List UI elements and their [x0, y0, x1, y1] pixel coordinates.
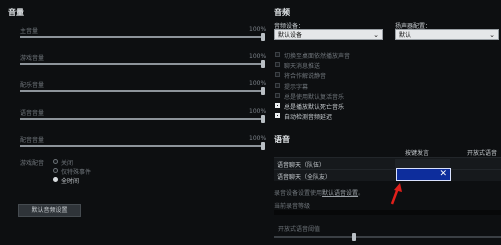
audio-option-label: 将合作解说静音 [284, 73, 327, 80]
slider-thumb[interactable] [261, 115, 265, 123]
volume-slider[interactable] [20, 142, 265, 150]
current-recording-level-label: 当前录音等级 [274, 203, 311, 210]
voice-col-open-mic: 开放式语音 [467, 150, 498, 157]
audio-option-checkbox[interactable] [275, 72, 280, 77]
audio-option-label: 自动检测音频延迟 [284, 114, 333, 121]
volume-slider-fill [20, 118, 265, 120]
volume-slider-value: 100% [249, 26, 267, 33]
volume-slider-value: 100% [249, 53, 267, 60]
speaker-config-value: 默认 [399, 32, 412, 39]
open-mic-threshold-slider[interactable] [274, 233, 501, 241]
recording-settings-note-suffix: 。 [358, 190, 365, 197]
audio-device-value: 默认设备 [278, 32, 303, 39]
slider-thumb[interactable] [352, 233, 356, 241]
voice-col-push-to-talk: 按键发言 [405, 150, 430, 157]
game-voice-option-label: 关闭 [61, 160, 74, 167]
audio-option-checkbox[interactable] [275, 83, 280, 88]
game-voice-option-label: 仅特殊事件 [61, 169, 92, 176]
voice-row-team[interactable]: 语音聊天（全队友） [274, 169, 501, 181]
game-voice-radio[interactable] [53, 168, 58, 173]
volume-slider-label: 配乐音量 [20, 82, 45, 89]
audio-device-select[interactable]: 默认设备 ⌄ [274, 29, 383, 40]
audio-section-title: 音频 [274, 8, 290, 17]
speaker-config-select[interactable]: 默认 ⌄ [395, 29, 499, 40]
game-voice-label: 游戏配音 [20, 160, 45, 167]
volume-slider-label: 游戏音量 [20, 55, 45, 62]
volume-slider-label: 语音音量 [20, 110, 45, 117]
audio-option-label: 总是播放默认死亡音乐 [284, 104, 345, 111]
annotation-arrow [390, 183, 402, 205]
game-voice-option-label: 全时间 [61, 178, 80, 185]
game-voice-radio[interactable] [53, 177, 58, 182]
volume-slider[interactable] [20, 115, 265, 123]
voice-row-party[interactable]: 语音聊天（队伍） [274, 157, 501, 169]
slider-thumb[interactable] [261, 87, 265, 95]
volume-slider[interactable] [20, 33, 265, 41]
audio-option-label: 提示字幕 [284, 84, 309, 91]
close-icon[interactable]: ✕ [439, 169, 447, 180]
chevron-down-icon: ⌄ [373, 31, 379, 39]
audio-option-checkbox[interactable] [275, 113, 280, 118]
voice-section-title: 语音 [274, 135, 290, 144]
party-keybind-slot[interactable] [395, 159, 450, 168]
slider-thumb[interactable] [261, 33, 265, 41]
volume-slider-fill [20, 63, 265, 65]
recording-settings-note-prefix: 录音设备设置使用 [274, 190, 323, 197]
volume-slider[interactable] [20, 60, 265, 68]
default-voice-settings-link[interactable]: 默认语音设置 [322, 190, 358, 197]
voice-row-party-label: 语音聊天（队伍） [277, 162, 326, 169]
default-audio-settings-button[interactable]: 默认音频设置 [18, 204, 81, 217]
volume-slider-fill [20, 90, 265, 92]
chevron-down-icon: ⌄ [489, 31, 495, 39]
volume-slider-label: 主音量 [20, 28, 39, 35]
audio-option-label: 聊天消息推送 [284, 63, 321, 70]
audio-option-checkbox[interactable] [275, 62, 280, 67]
audio-option-checkbox[interactable] [275, 52, 280, 57]
volume-slider-value: 100% [249, 80, 267, 87]
team-keybind-field[interactable]: ✕ [396, 168, 451, 181]
audio-option-checkbox[interactable] [275, 93, 280, 98]
volume-slider-label: 配音音量 [20, 137, 45, 144]
slider-thumb[interactable] [261, 142, 265, 150]
recording-level-meter [274, 210, 501, 215]
voice-row-team-label: 语音聊天（全队友） [277, 174, 332, 181]
audio-option-label: 切换至桌面依然播放声音 [284, 53, 351, 60]
recording-settings-note: 录音设备设置使用默认语音设置。 [274, 188, 364, 197]
game-voice-radio[interactable] [53, 159, 58, 164]
volume-slider-fill [20, 145, 265, 147]
volume-slider-fill [20, 36, 265, 38]
audio-option-label: 总是使用默认复活音乐 [284, 94, 345, 101]
audio-option-checkbox[interactable] [275, 103, 280, 108]
slider-thumb[interactable] [261, 60, 265, 68]
volume-section-title: 音量 [8, 8, 24, 17]
volume-slider-value: 100% [249, 135, 267, 142]
open-mic-threshold-label: 开放式语音阈值 [278, 226, 321, 233]
volume-slider-value: 100% [249, 108, 267, 115]
volume-slider[interactable] [20, 87, 265, 95]
